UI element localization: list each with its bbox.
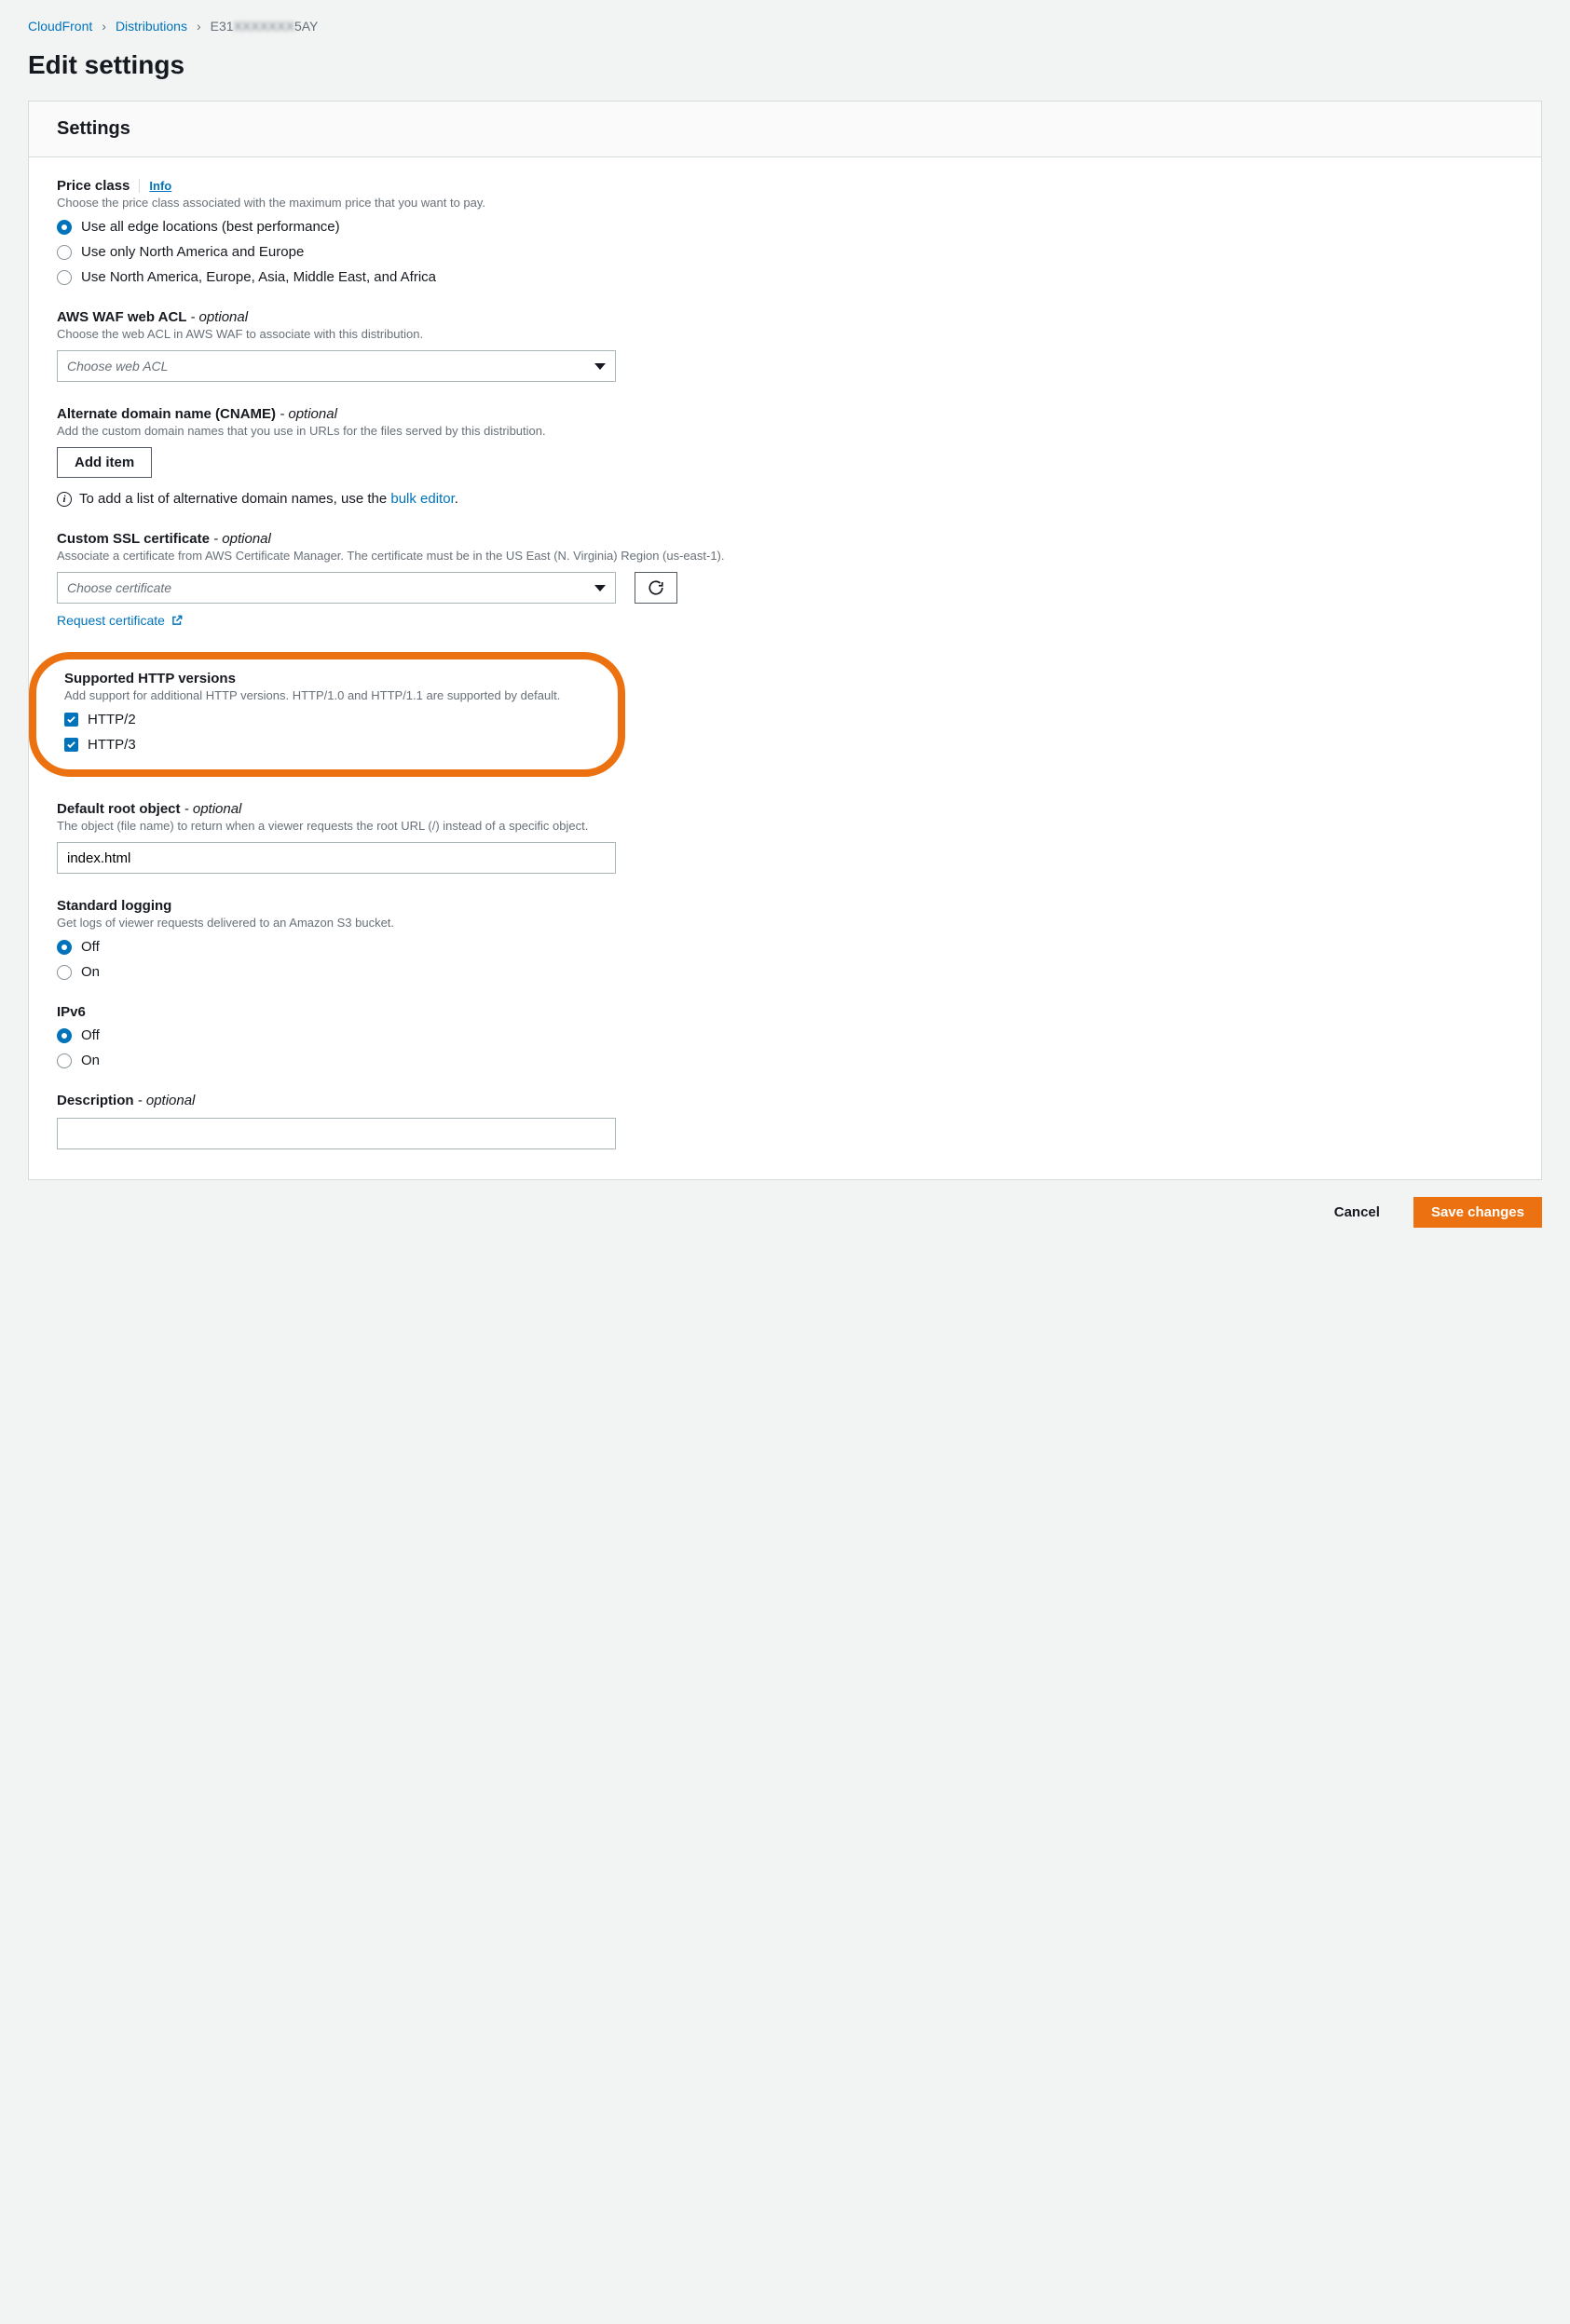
logging-on[interactable]: On	[57, 964, 1513, 980]
waf-field: AWS WAF web ACL - optional Choose the we…	[57, 309, 1513, 382]
http-desc: Add support for additional HTTP versions…	[64, 688, 590, 702]
logging-off[interactable]: Off	[57, 939, 1513, 955]
price-class-option-na-eu[interactable]: Use only North America and Europe	[57, 244, 1513, 260]
page-title: Edit settings	[28, 50, 1542, 80]
radio-icon	[57, 220, 72, 235]
root-object-input[interactable]	[57, 842, 616, 874]
ssl-desc: Associate a certificate from AWS Certifi…	[57, 549, 1513, 563]
waf-select[interactable]: Choose web ACL	[57, 350, 616, 382]
save-button[interactable]: Save changes	[1413, 1197, 1542, 1228]
bulk-editor-link[interactable]: bulk editor	[390, 491, 454, 507]
http3-checkbox[interactable]: HTTP/3	[64, 737, 590, 753]
ssl-label: Custom SSL certificate - optional	[57, 531, 271, 547]
description-field: Description - optional	[57, 1093, 1513, 1149]
ipv6-field: IPv6 Off On	[57, 1004, 1513, 1068]
price-class-desc: Choose the price class associated with t…	[57, 196, 1513, 210]
logging-field: Standard logging Get logs of viewer requ…	[57, 898, 1513, 980]
description-input[interactable]	[57, 1118, 616, 1149]
cname-label: Alternate domain name (CNAME) - optional	[57, 406, 337, 422]
http2-checkbox[interactable]: HTTP/2	[64, 712, 590, 727]
chevron-right-icon: ›	[102, 19, 106, 34]
chevron-down-icon	[594, 363, 606, 370]
breadcrumb-current: E31XXXXXXX5AY	[211, 19, 319, 34]
logging-label: Standard logging	[57, 898, 171, 914]
logging-desc: Get logs of viewer requests delivered to…	[57, 916, 1513, 930]
panel-header: Settings	[29, 102, 1541, 157]
ssl-placeholder: Choose certificate	[67, 580, 171, 595]
radio-icon	[57, 270, 72, 285]
refresh-button[interactable]	[635, 572, 677, 604]
breadcrumb: CloudFront › Distributions › E31XXXXXXX5…	[28, 19, 1542, 34]
info-link[interactable]: Info	[139, 179, 171, 193]
request-certificate-link[interactable]: Request certificate	[57, 613, 184, 628]
radio-icon	[57, 965, 72, 980]
root-label: Default root object - optional	[57, 801, 241, 817]
cancel-button[interactable]: Cancel	[1317, 1198, 1397, 1227]
highlight-box: Supported HTTP versions Add support for …	[29, 652, 625, 777]
ipv6-off[interactable]: Off	[57, 1027, 1513, 1043]
chevron-right-icon: ›	[197, 19, 201, 34]
breadcrumb-distributions[interactable]: Distributions	[116, 19, 187, 34]
ipv6-on[interactable]: On	[57, 1053, 1513, 1068]
waf-desc: Choose the web ACL in AWS WAF to associa…	[57, 327, 1513, 341]
waf-label: AWS WAF web ACL - optional	[57, 309, 248, 325]
form-actions: Cancel Save changes	[28, 1197, 1542, 1228]
root-desc: The object (file name) to return when a …	[57, 819, 1513, 833]
checkbox-icon	[64, 738, 78, 752]
ssl-field: Custom SSL certificate - optional Associ…	[57, 531, 1513, 628]
cname-note: i To add a list of alternative domain na…	[57, 491, 1513, 507]
http-label: Supported HTTP versions	[64, 671, 236, 686]
radio-icon	[57, 1053, 72, 1068]
cname-desc: Add the custom domain names that you use…	[57, 424, 1513, 438]
ssl-select[interactable]: Choose certificate	[57, 572, 616, 604]
settings-panel: Settings Price class Info Choose the pri…	[28, 101, 1542, 1180]
description-label: Description - optional	[57, 1093, 195, 1108]
refresh-icon	[648, 579, 664, 596]
external-link-icon	[171, 614, 184, 627]
root-object-field: Default root object - optional The objec…	[57, 801, 1513, 874]
http-versions-field: Supported HTTP versions Add support for …	[57, 652, 1513, 777]
info-icon: i	[57, 492, 72, 507]
price-class-option-all[interactable]: Use all edge locations (best performance…	[57, 219, 1513, 235]
breadcrumb-cloudfront[interactable]: CloudFront	[28, 19, 92, 34]
radio-icon	[57, 940, 72, 955]
add-item-button[interactable]: Add item	[57, 447, 152, 478]
waf-placeholder: Choose web ACL	[67, 359, 168, 374]
cname-field: Alternate domain name (CNAME) - optional…	[57, 406, 1513, 507]
price-class-label: Price class	[57, 178, 130, 194]
panel-title: Settings	[57, 118, 1513, 140]
ipv6-label: IPv6	[57, 1004, 86, 1020]
radio-icon	[57, 1028, 72, 1043]
checkbox-icon	[64, 713, 78, 727]
price-class-option-na-eu-asia[interactable]: Use North America, Europe, Asia, Middle …	[57, 269, 1513, 285]
chevron-down-icon	[594, 585, 606, 591]
radio-icon	[57, 245, 72, 260]
price-class-field: Price class Info Choose the price class …	[57, 178, 1513, 285]
